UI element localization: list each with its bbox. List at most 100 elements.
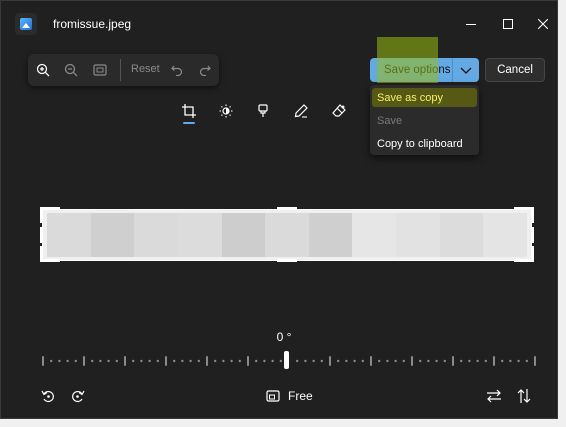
rotate-left-button[interactable] <box>39 387 57 405</box>
crop-handle-bottom-left-vertical[interactable] <box>40 246 43 262</box>
rotation-tick <box>58 359 61 363</box>
rotation-tick <box>394 359 397 363</box>
redo-icon <box>199 65 211 76</box>
minimize-icon <box>466 23 476 25</box>
save-options-dropdown-toggle[interactable] <box>458 62 474 78</box>
crop-handle-bottom-left[interactable] <box>40 259 60 262</box>
window-title: fromissue.jpeg <box>53 17 132 31</box>
rotation-tick <box>419 359 422 363</box>
save-split-divider <box>452 58 453 82</box>
rotation-tick <box>279 359 282 363</box>
rotation-slider-handle[interactable] <box>284 351 289 369</box>
photos-window: fromissue.jpeg Reset Save options <box>0 0 558 419</box>
menu-item-save-as-copy[interactable]: Save as copy <box>377 92 443 104</box>
crop-handle-bottom-right-vertical[interactable] <box>531 246 534 262</box>
flip-vertical-button[interactable] <box>515 387 533 405</box>
crop-handle-top-left-vertical[interactable] <box>40 207 43 223</box>
title-bar: fromissue.jpeg <box>1 1 557 47</box>
rotation-tick <box>50 359 53 363</box>
crop-handle-top-right-vertical[interactable] <box>531 207 534 223</box>
rotation-tick <box>304 359 307 363</box>
maximize-button[interactable] <box>493 11 523 37</box>
filter-tool-button[interactable] <box>254 102 272 120</box>
undo-icon <box>171 65 183 76</box>
photos-app-icon <box>15 13 37 35</box>
rotation-tick <box>345 359 348 363</box>
rotation-tick <box>484 359 487 363</box>
crop-icon <box>182 104 196 118</box>
menu-item-save[interactable]: Save <box>377 115 402 127</box>
rotation-tick <box>189 359 192 363</box>
erase-tool-button[interactable] <box>330 102 348 120</box>
chevron-down-icon <box>460 67 472 74</box>
undo-button[interactable] <box>167 60 187 80</box>
crop-handle-left-middle[interactable] <box>40 227 43 243</box>
flip-horizontal-icon <box>487 389 501 403</box>
rotation-tick <box>156 359 159 363</box>
rotation-tick <box>165 356 167 366</box>
rotate-right-button[interactable] <box>69 387 87 405</box>
crop-tool-button[interactable] <box>180 102 198 120</box>
zoom-in-button[interactable] <box>33 60 53 80</box>
zoom-toolbar: Reset <box>28 54 219 86</box>
crop-frame[interactable] <box>42 209 532 261</box>
crop-handle-right-middle[interactable] <box>531 227 534 243</box>
rotation-tick <box>230 359 233 363</box>
menu-item-copy-to-clipboard[interactable]: Copy to clipboard <box>377 138 463 150</box>
crop-handle-bottom-middle[interactable] <box>277 259 297 262</box>
flip-horizontal-button[interactable] <box>485 387 503 405</box>
rotation-slider[interactable] <box>41 353 537 369</box>
aspect-ratio-button[interactable]: Free <box>266 387 313 405</box>
rotation-tick <box>66 359 69 363</box>
close-button[interactable] <box>528 11 558 37</box>
crop-handle-top-middle[interactable] <box>277 207 297 210</box>
draw-pen-icon <box>294 104 308 118</box>
rotation-tick <box>255 359 258 363</box>
save-options-menu: Save as copy Save Copy to clipboard <box>370 85 479 155</box>
rotation-tick <box>509 359 512 363</box>
rotation-tick <box>263 359 266 363</box>
rotation-tick <box>476 359 479 363</box>
rotate-left-icon <box>41 390 54 403</box>
rotation-tick <box>320 359 323 363</box>
rotation-tick <box>124 356 126 366</box>
redo-button[interactable] <box>195 60 215 80</box>
rotation-tick <box>411 356 413 366</box>
draw-tool-button[interactable] <box>292 102 310 120</box>
fit-to-window-icon <box>93 64 107 76</box>
rotate-right-icon <box>72 390 85 403</box>
erase-icon <box>332 104 346 117</box>
markup-brush-icon <box>258 104 268 117</box>
rotation-tick <box>271 359 274 363</box>
rotation-tick <box>140 359 143 363</box>
rotation-tick <box>247 356 249 366</box>
rotation-tick <box>460 359 463 363</box>
adjustment-tool-button[interactable] <box>217 102 235 120</box>
rotation-tick <box>402 359 405 363</box>
rotation-tick <box>501 359 504 363</box>
zoom-out-button[interactable] <box>61 60 81 80</box>
toolbar-divider <box>120 59 121 81</box>
minimize-button[interactable] <box>456 11 486 37</box>
crop-handle-top-left[interactable] <box>40 207 60 210</box>
rotation-tick <box>337 359 340 363</box>
rotation-tick <box>525 359 528 363</box>
maximize-icon <box>503 19 513 29</box>
rotation-tick <box>353 359 356 363</box>
rotation-tick <box>443 359 446 363</box>
rotation-tick <box>74 359 77 363</box>
fit-to-window-button[interactable] <box>90 60 110 80</box>
rotation-tick <box>148 359 151 363</box>
rotation-tick <box>238 359 241 363</box>
brightness-icon <box>219 104 233 118</box>
cancel-button[interactable]: Cancel <box>485 58 545 82</box>
rotation-tick <box>222 359 225 363</box>
rotation-tick <box>197 359 200 363</box>
rotation-tick <box>312 359 315 363</box>
rotation-tick <box>468 359 471 363</box>
rotation-angle-readout: 0 ° <box>276 330 292 344</box>
rotation-tick <box>534 356 536 366</box>
zoom-in-icon <box>36 63 50 77</box>
rotation-tick <box>91 359 94 363</box>
reset-button[interactable]: Reset <box>131 63 160 75</box>
